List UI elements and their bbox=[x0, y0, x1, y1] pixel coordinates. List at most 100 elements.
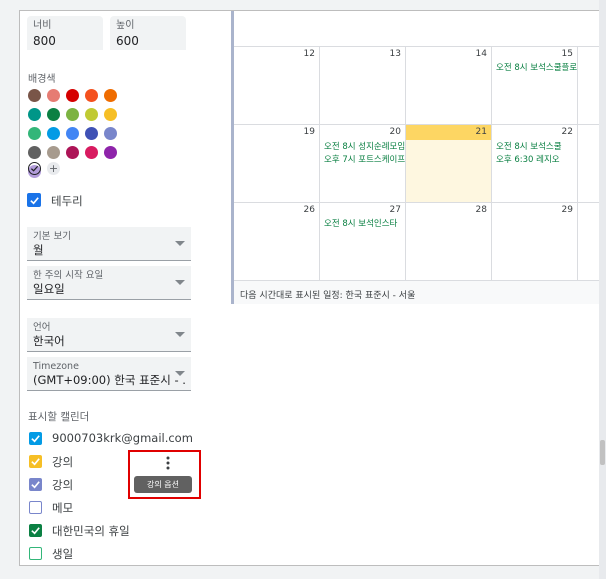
calendar-checkbox[interactable] bbox=[29, 501, 42, 514]
calendar-label: 강의 bbox=[52, 478, 74, 492]
language-label: 언어 bbox=[33, 322, 51, 333]
color-swatch[interactable] bbox=[66, 108, 79, 121]
language-value: 한국어 bbox=[33, 334, 65, 348]
color-swatch[interactable] bbox=[85, 146, 98, 159]
day-cell-21-today: 21 bbox=[406, 125, 492, 203]
day-cell-26: 26 bbox=[234, 203, 320, 281]
day-number: 21 bbox=[475, 127, 487, 137]
day-number: 19 bbox=[303, 127, 315, 137]
border-checkbox[interactable] bbox=[27, 193, 41, 207]
check-icon bbox=[31, 481, 40, 489]
day-cell-20: 20 오전 8시 성지순례모임 오후 7시 포트스케이프 bbox=[320, 125, 406, 203]
check-icon bbox=[29, 196, 39, 204]
day-number: 26 bbox=[303, 205, 315, 215]
color-swatch[interactable] bbox=[104, 108, 117, 121]
calendar-checkbox[interactable] bbox=[29, 547, 42, 560]
color-swatch[interactable] bbox=[28, 89, 41, 102]
calendar-event[interactable]: 오전 8시 보석스쿨 bbox=[496, 140, 562, 152]
height-value: 600 bbox=[116, 34, 139, 48]
width-field[interactable]: 너비 800 bbox=[27, 16, 103, 50]
calendar-checkbox[interactable] bbox=[29, 432, 42, 445]
calendar-checkbox[interactable] bbox=[29, 478, 42, 491]
check-icon bbox=[31, 458, 40, 466]
color-swatch[interactable] bbox=[47, 146, 60, 159]
width-label: 너비 bbox=[33, 20, 52, 31]
day-cell-14: 14 bbox=[406, 47, 492, 125]
options-tooltip: 강의 옵션 bbox=[134, 476, 192, 493]
check-icon bbox=[31, 527, 40, 535]
check-icon bbox=[31, 435, 40, 443]
color-swatch[interactable] bbox=[47, 108, 60, 121]
more-options-icon[interactable] bbox=[166, 455, 170, 470]
timezone-select[interactable]: Timezone (GMT+09:00) 한국 표준시 - ... bbox=[27, 357, 191, 391]
color-swatch[interactable] bbox=[85, 89, 98, 102]
calendar-event[interactable]: 오전 8시 보석인스타 bbox=[324, 217, 397, 229]
height-label: 높이 bbox=[116, 20, 135, 31]
calendars-section-label: 표시할 캘린더 bbox=[28, 411, 90, 423]
color-swatch[interactable] bbox=[66, 89, 79, 102]
day-number: 22 bbox=[561, 127, 573, 137]
calendar-checkbox[interactable] bbox=[29, 455, 42, 468]
calendar-label: 강의 bbox=[52, 455, 74, 469]
default-view-select[interactable]: 기본 보기 월 bbox=[27, 227, 191, 261]
week-start-value: 일요일 bbox=[33, 282, 65, 296]
background-color-label: 배경색 bbox=[28, 74, 56, 85]
calendar-event[interactable]: 오후 7시 포트스케이프 bbox=[324, 153, 405, 165]
day-cell-28: 28 bbox=[406, 203, 492, 281]
dropdown-arrow-icon bbox=[175, 371, 185, 376]
week-start-select[interactable]: 한 주의 시작 요일 일요일 bbox=[27, 266, 191, 300]
color-swatch[interactable] bbox=[85, 127, 98, 140]
page-scrollbar-thumb[interactable] bbox=[600, 440, 605, 465]
day-number: 27 bbox=[389, 205, 401, 215]
width-value: 800 bbox=[33, 34, 56, 48]
day-cell-27: 27 오전 8시 보석인스타 bbox=[320, 203, 406, 281]
color-swatch[interactable] bbox=[28, 146, 41, 159]
language-select[interactable]: 언어 한국어 bbox=[27, 318, 191, 352]
color-swatch[interactable] bbox=[104, 146, 117, 159]
day-cell-edge bbox=[578, 47, 600, 125]
calendar-row-strip bbox=[234, 11, 600, 47]
day-cell-12: 12 bbox=[234, 47, 320, 125]
color-swatch[interactable] bbox=[85, 108, 98, 121]
embed-settings-panel: 너비 800 높이 600 배경색 + 테두리 기본 보기 월 한 주의 시작 … bbox=[19, 10, 601, 566]
timezone-label: Timezone bbox=[33, 361, 79, 372]
calendar-event[interactable]: 오후 6:30 레지오 bbox=[496, 153, 560, 165]
calendar-label: 생일 bbox=[52, 547, 74, 561]
border-label: 테두리 bbox=[51, 194, 83, 208]
color-swatch[interactable] bbox=[104, 89, 117, 102]
add-color-icon[interactable]: + bbox=[47, 162, 60, 175]
day-number: 29 bbox=[561, 205, 573, 215]
day-cell-22: 22 오전 8시 보석스쿨 오후 6:30 레지오 bbox=[492, 125, 578, 203]
calendar-preview: 12 13 14 15 오전 8시 보석스쿨플로 19 20 오전 8시 성지순… bbox=[231, 11, 600, 304]
day-cell-13: 13 bbox=[320, 47, 406, 125]
calendar-checkbox[interactable] bbox=[29, 524, 42, 537]
color-swatch[interactable] bbox=[47, 127, 60, 140]
page-scrollbar[interactable] bbox=[599, 0, 606, 579]
day-cell-edge bbox=[578, 125, 600, 203]
day-cell-19: 19 bbox=[234, 125, 320, 203]
day-cell-29: 29 bbox=[492, 203, 578, 281]
timezone-footer-text: 다음 시간대로 표시된 일정: 한국 표준시 - 서울 bbox=[240, 291, 416, 301]
calendar-label: 9000703krk@gmail.com bbox=[52, 431, 193, 445]
default-view-value: 월 bbox=[33, 243, 44, 257]
day-cell-15: 15 오전 8시 보석스쿨플로 bbox=[492, 47, 578, 125]
color-swatch[interactable] bbox=[66, 127, 79, 140]
color-swatch[interactable] bbox=[28, 127, 41, 140]
height-field[interactable]: 높이 600 bbox=[110, 16, 186, 50]
dropdown-arrow-icon bbox=[175, 280, 185, 285]
color-swatch[interactable] bbox=[47, 89, 60, 102]
selected-color-check-icon[interactable] bbox=[28, 162, 41, 175]
dropdown-arrow-icon bbox=[175, 241, 185, 246]
color-swatch[interactable] bbox=[104, 127, 117, 140]
calendar-label: 대한민국의 휴일 bbox=[52, 524, 130, 538]
week-start-label: 한 주의 시작 요일 bbox=[33, 270, 104, 281]
day-cell-edge bbox=[578, 203, 600, 281]
color-swatch[interactable] bbox=[66, 146, 79, 159]
day-number: 15 bbox=[561, 49, 573, 59]
color-swatch[interactable] bbox=[28, 108, 41, 121]
day-number: 14 bbox=[475, 49, 487, 59]
calendar-event[interactable]: 오전 8시 보석스쿨플로 bbox=[496, 61, 577, 73]
calendar-event[interactable]: 오전 8시 성지순례모임 bbox=[324, 140, 405, 152]
day-number: 12 bbox=[303, 49, 315, 59]
day-number: 20 bbox=[389, 127, 401, 137]
